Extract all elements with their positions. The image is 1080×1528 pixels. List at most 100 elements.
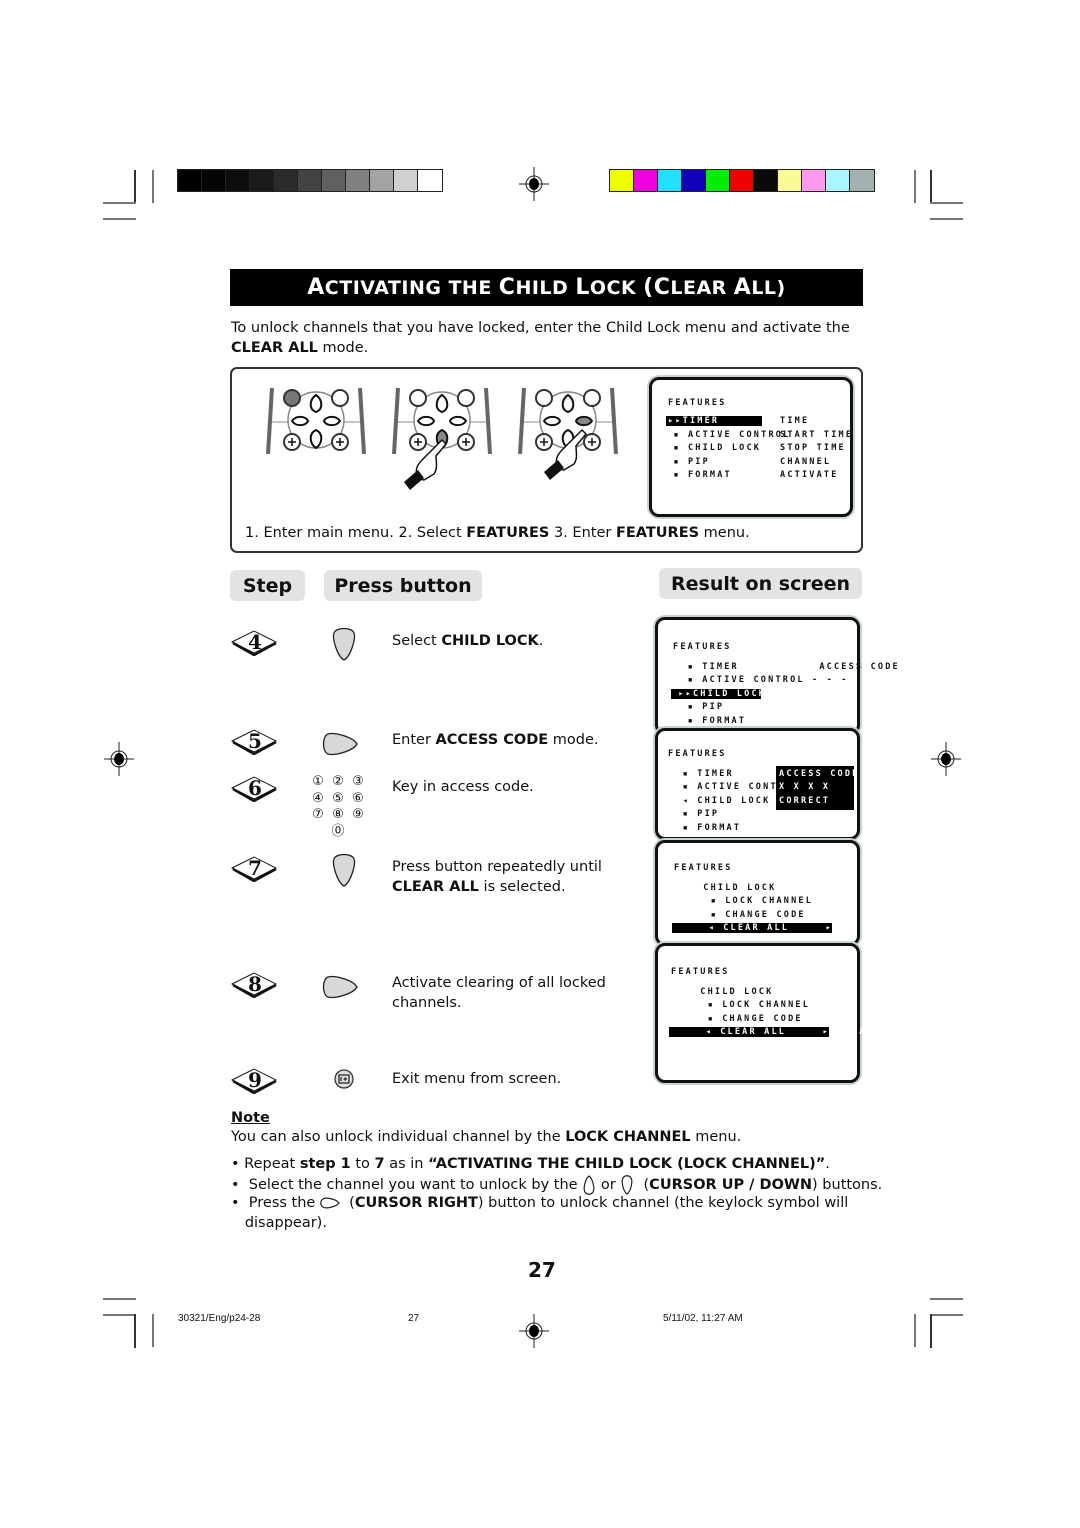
color-swatch bbox=[826, 170, 850, 191]
text: mode. bbox=[548, 732, 599, 748]
digit-key: ⑤ bbox=[332, 790, 344, 806]
crop-mark bbox=[930, 1314, 963, 1316]
bold-text: CURSOR RIGHT bbox=[354, 1195, 478, 1211]
bold-text: “ACTIVATING THE CHILD LOCK (LOCK CHANNEL… bbox=[428, 1156, 826, 1172]
cursor-right-button-icon bbox=[320, 1197, 340, 1209]
column-header-press-button: Press button bbox=[324, 570, 482, 601]
text: Key in access code. bbox=[392, 779, 534, 795]
osd-submenu-item: CHANNEL bbox=[780, 456, 832, 467]
digit-key: ③ bbox=[352, 774, 364, 789]
osd-submenu-item: TIME bbox=[780, 416, 810, 426]
cursor-up-button-icon bbox=[583, 1175, 595, 1195]
osd-menu-item: ▪ CHANGE CODE bbox=[671, 1013, 803, 1024]
intro-paragraph: To unlock channels that you have locked,… bbox=[231, 318, 871, 358]
text: ( bbox=[634, 1177, 650, 1193]
color-swatch bbox=[778, 170, 802, 191]
step-number: 6 bbox=[248, 776, 262, 800]
text: • Repeat bbox=[231, 1156, 300, 1172]
osd-menu-item: ▪ PIP bbox=[673, 702, 725, 713]
cursor-down-button-icon bbox=[621, 1175, 633, 1195]
crop-mark bbox=[103, 202, 136, 204]
osd-title: FEATURES bbox=[673, 642, 732, 652]
note-bullet: • Repeat step 1 to 7 as in “ACTIVATING T… bbox=[231, 1156, 830, 1172]
osd-submenu-item: STOP TIME bbox=[780, 443, 846, 453]
osd-menu-item: ▸▸CHILD LOCK bbox=[671, 688, 767, 699]
remote-keypad bbox=[266, 387, 366, 454]
osd-menu-item: ▪ FORMAT bbox=[666, 470, 732, 480]
step-number: 4 bbox=[248, 630, 262, 654]
step-instruction: Exit menu from screen. bbox=[392, 1069, 561, 1089]
osd-menu-item: ◂ CLEAR ALL ▸▸CLEARED bbox=[669, 1027, 889, 1038]
osd-menu-item: ▪ TIMER bbox=[668, 768, 734, 779]
crop-mark bbox=[103, 218, 136, 220]
text: ) button to unlock channel (the keylock … bbox=[477, 1195, 849, 1211]
step-instruction: Press button repeatedly until CLEAR ALL i… bbox=[392, 857, 602, 897]
title-word: (CLEAR bbox=[643, 275, 727, 300]
osd-title: FEATURES bbox=[674, 863, 733, 873]
note-bullet-continuation: disappear). bbox=[231, 1215, 327, 1231]
osd-menu-item: ▪ CHILD LOCK bbox=[666, 443, 762, 453]
registration-mark-icon bbox=[104, 742, 134, 776]
text: Press button repeatedly until bbox=[392, 859, 602, 875]
title-word: CHILD bbox=[499, 275, 569, 300]
text: Select bbox=[392, 633, 442, 649]
title-word: ACTIVATING bbox=[307, 275, 441, 300]
crop-mark bbox=[930, 1314, 932, 1348]
osd-menu-item: ▸▸TIMER bbox=[666, 416, 762, 426]
cursor-down-button-icon bbox=[332, 853, 356, 887]
result-screen: FEATURES CHILD LOCK ▪ LOCK CHANNEL ▪ CHA… bbox=[655, 840, 860, 946]
access-code-status-line: X X X X bbox=[779, 782, 831, 793]
osd-menu-item: ▪ TIMER ACCESS CODE bbox=[673, 661, 900, 672]
result-screen: FEATURES CHILD LOCK ▪ LOCK CHANNEL ▪ CHA… bbox=[655, 943, 889, 1083]
digit-keypad-icon: ① ② ③ ④ ⑤ ⑥ ⑦ ⑧ ⑨⓪ bbox=[308, 774, 368, 840]
text: Exit menu from screen. bbox=[392, 1071, 562, 1087]
digit-key: ⑦ bbox=[312, 807, 324, 822]
features-menu-screen: FEATURES ▸▸TIMER ▪ ACTIVE CONTROL ▪ CHIL… bbox=[649, 377, 853, 517]
osd-title: FEATURES bbox=[671, 967, 730, 977]
color-swatch bbox=[682, 170, 706, 191]
cursor-right-button-icon bbox=[322, 975, 358, 999]
osd-menu-item: CHILD LOCK bbox=[671, 986, 774, 997]
title-rest: LEAR bbox=[670, 277, 727, 299]
text: as in bbox=[384, 1156, 429, 1172]
intro-steps-caption: 1. Enter main menu. 2. Select FEATURES 3… bbox=[245, 525, 750, 541]
crop-mark bbox=[914, 1314, 916, 1347]
note-bullet: • Press the (CURSOR RIGHT) button to unl… bbox=[231, 1195, 848, 1211]
color-swatch bbox=[346, 170, 370, 191]
footer-file-ref: 30321/Eng/p24-28 bbox=[178, 1313, 261, 1324]
bold-text: CURSOR UP / DOWN bbox=[649, 1177, 813, 1193]
text: • Press the bbox=[231, 1195, 320, 1211]
crop-mark bbox=[930, 202, 963, 204]
color-swatch bbox=[370, 170, 394, 191]
bold-text: FEATURES bbox=[466, 525, 550, 541]
color-swatch bbox=[226, 170, 250, 191]
step-instruction: Activate clearing of all locked channels. bbox=[392, 973, 606, 1013]
color-swatch bbox=[802, 170, 826, 191]
text: channels. bbox=[392, 995, 462, 1011]
cursor-down-button-icon bbox=[332, 627, 356, 661]
crop-mark bbox=[134, 170, 136, 204]
color-swatch bbox=[394, 170, 418, 191]
color-swatch bbox=[730, 170, 754, 191]
registration-mark-icon bbox=[931, 742, 961, 776]
title-word: LOCK bbox=[575, 275, 636, 300]
registration-mark-icon bbox=[519, 1314, 549, 1348]
title-initial: (C bbox=[643, 275, 671, 300]
osd-info-button-icon bbox=[334, 1069, 354, 1089]
text: or bbox=[596, 1177, 621, 1193]
text: ( bbox=[339, 1195, 355, 1211]
digit-key: ④ bbox=[312, 790, 324, 806]
title-initial: A bbox=[733, 275, 752, 300]
osd-menu-item: ▪ ACTIVE CONTROL bbox=[666, 429, 791, 440]
result-screen: FEATURES ▪ TIMER ACCESS CODE ▪ ACTIVE CO… bbox=[655, 617, 898, 735]
grayscale-calibration-bar bbox=[177, 169, 443, 192]
title-rest: HILD bbox=[515, 277, 569, 299]
digit-key: ② bbox=[332, 774, 344, 789]
text: You can also unlock individual channel b… bbox=[231, 1129, 566, 1145]
intro-line1: To unlock channels that you have locked,… bbox=[231, 320, 850, 336]
bold-text: ACCESS CODE bbox=[435, 732, 549, 748]
color-swatch bbox=[322, 170, 346, 191]
osd-submenu-item: ACTIVATE bbox=[780, 470, 839, 480]
text: . bbox=[825, 1156, 830, 1172]
crop-mark bbox=[134, 1314, 136, 1348]
